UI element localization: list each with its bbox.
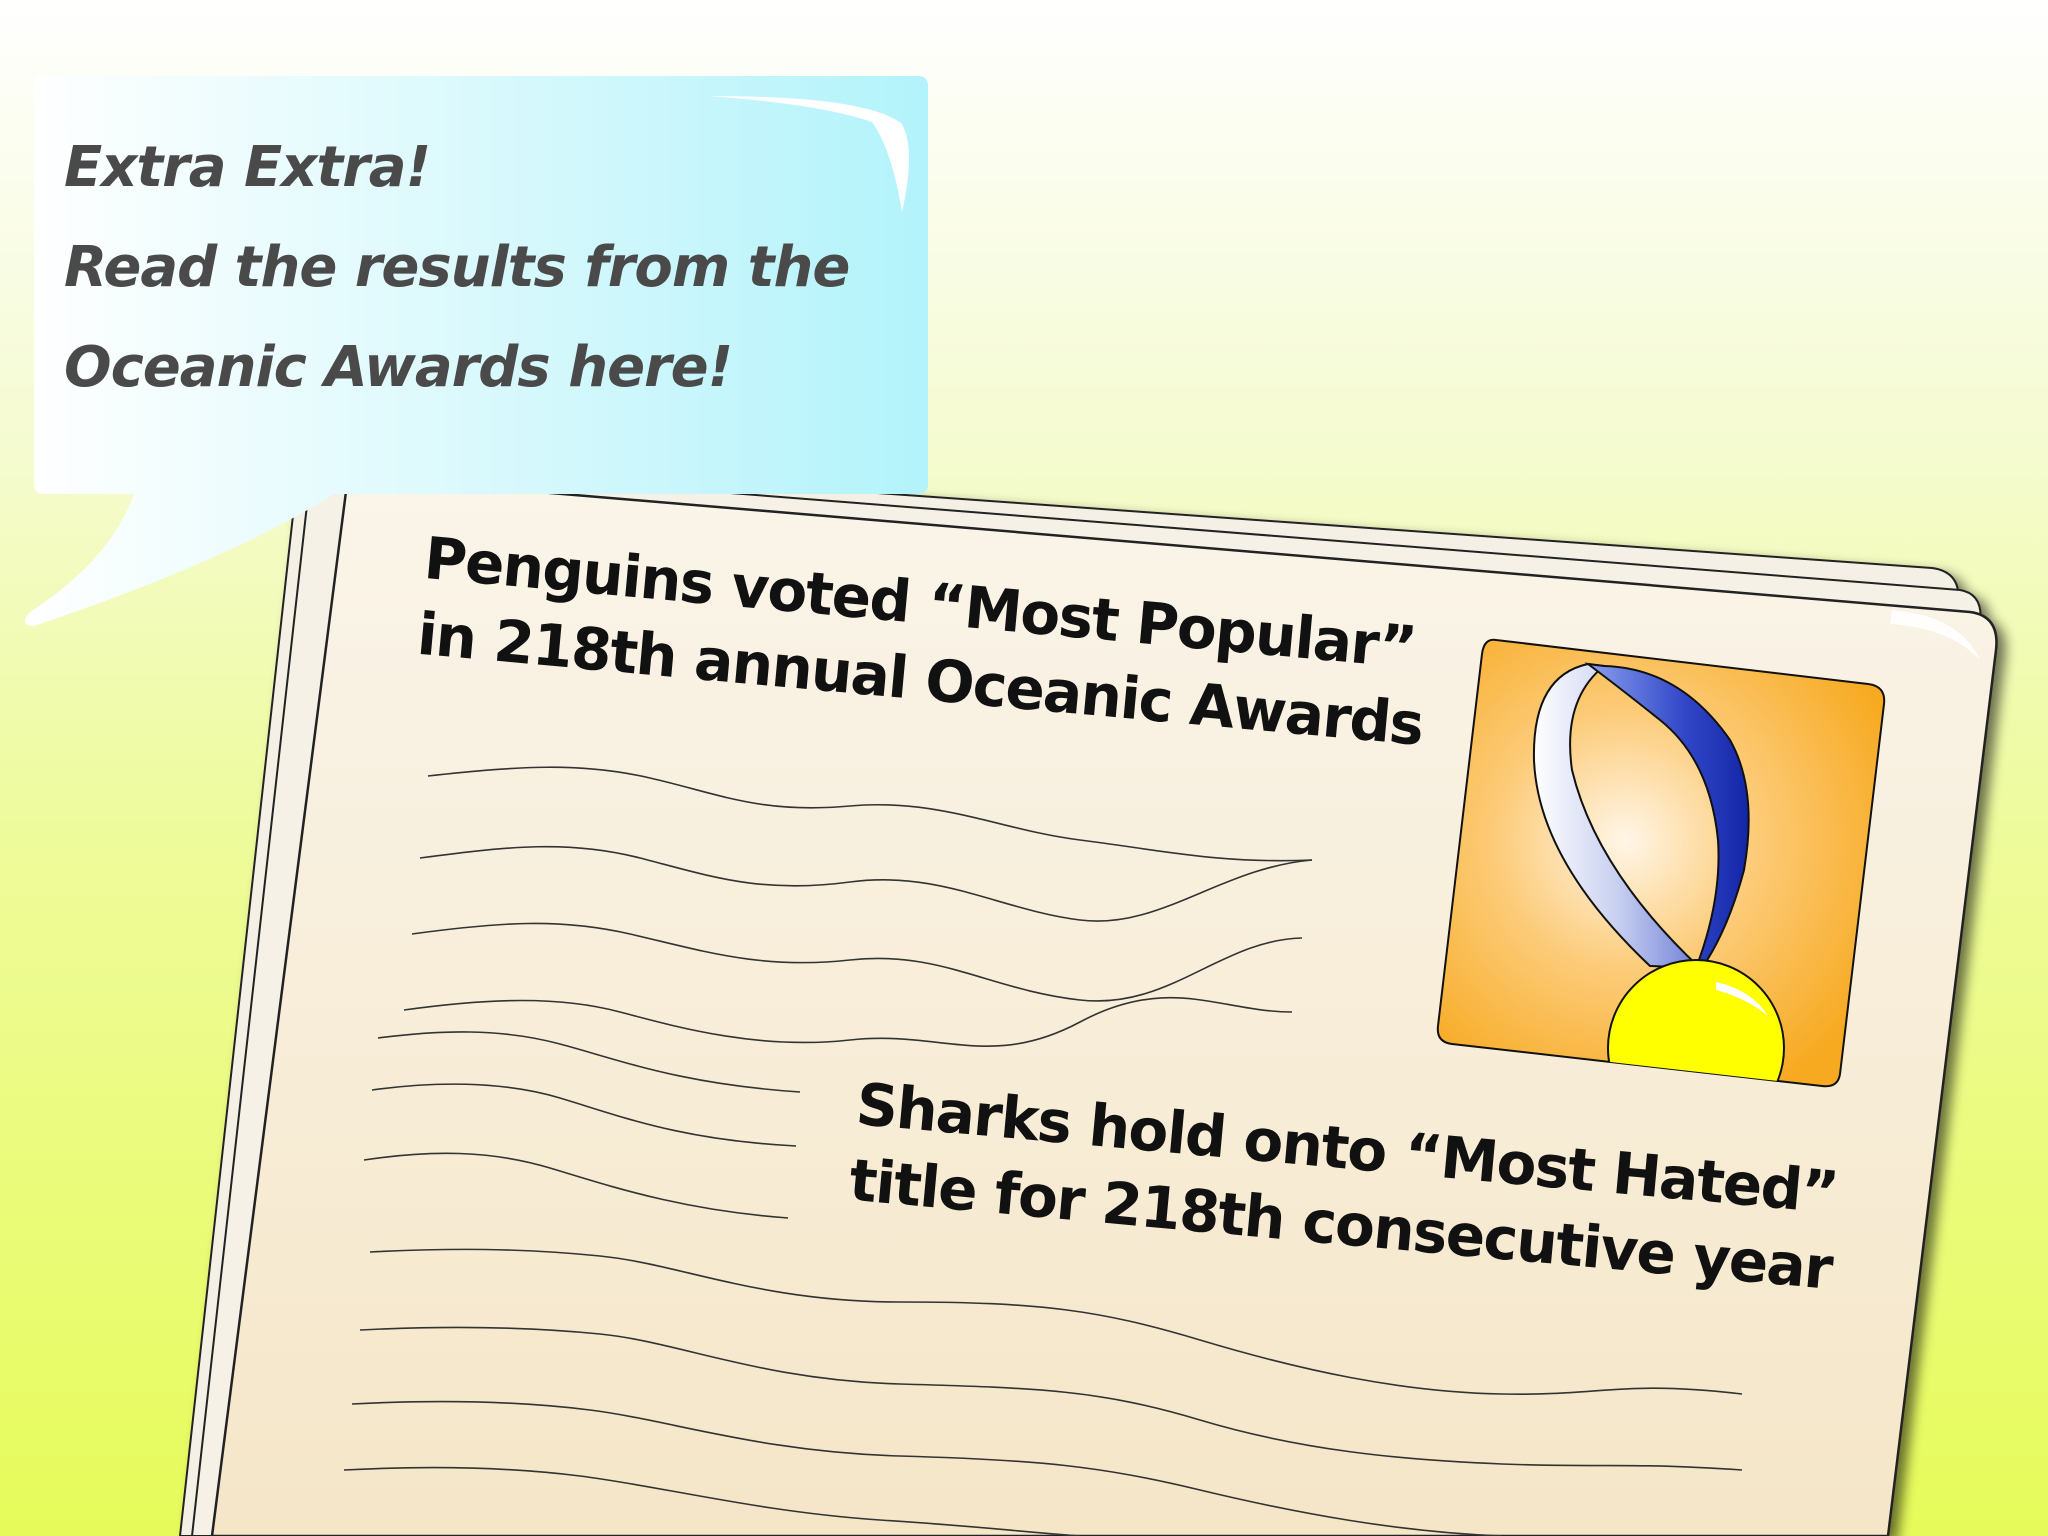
bubble-line-1: Extra Extra! [64, 135, 431, 200]
bubble-line-2: Read the results from the [64, 235, 850, 300]
speech-bubble-text: Extra Extra! Read the results from the O… [64, 118, 850, 418]
bubble-line-3: Oceanic Awards here! [64, 335, 733, 400]
